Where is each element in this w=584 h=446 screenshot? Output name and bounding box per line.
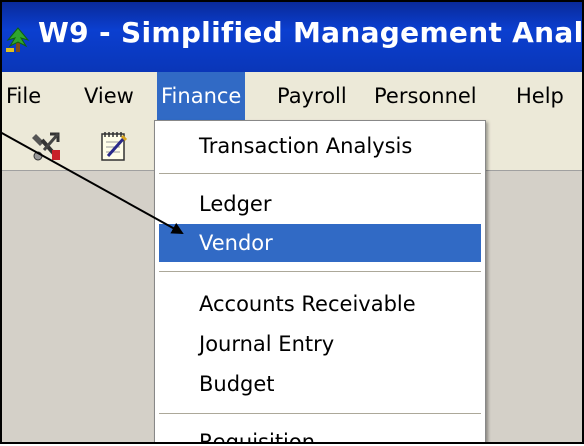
menu-finance[interactable]: Finance [157,72,246,120]
menu-payroll[interactable]: Payroll [273,72,351,120]
menu-item-accounts-receivable[interactable]: Accounts Receivable [159,285,481,323]
menu-item-transaction-analysis[interactable]: Transaction Analysis [159,127,481,165]
notepad-icon[interactable] [96,128,130,162]
menu-item-budget[interactable]: Budget [159,365,481,403]
menu-view[interactable]: View [80,72,138,120]
menu-bar: File View Finance Payroll Personnel Help [2,72,582,120]
application-window: W9 - Simplified Management Analysis File… [0,0,584,444]
menu-separator [159,173,481,174]
menu-separator [159,271,481,272]
menu-help[interactable]: Help [512,72,568,120]
menu-item-ledger[interactable]: Ledger [159,185,481,223]
menu-item-requisition[interactable]: Requisition [159,423,481,442]
menu-item-journal-entry[interactable]: Journal Entry [159,325,481,363]
finance-dropdown-menu: Transaction Analysis Ledger Vendor Accou… [154,120,486,442]
window-title: W9 - Simplified Management Analysis [38,16,582,49]
menu-item-vendor[interactable]: Vendor [159,224,481,262]
menu-separator [159,413,481,414]
menu-file[interactable]: File [2,72,45,120]
title-bar[interactable]: W9 - Simplified Management Analysis [2,2,582,72]
menu-personnel[interactable]: Personnel [370,72,481,120]
tree-app-icon [6,27,30,52]
tools-icon[interactable] [30,128,64,162]
